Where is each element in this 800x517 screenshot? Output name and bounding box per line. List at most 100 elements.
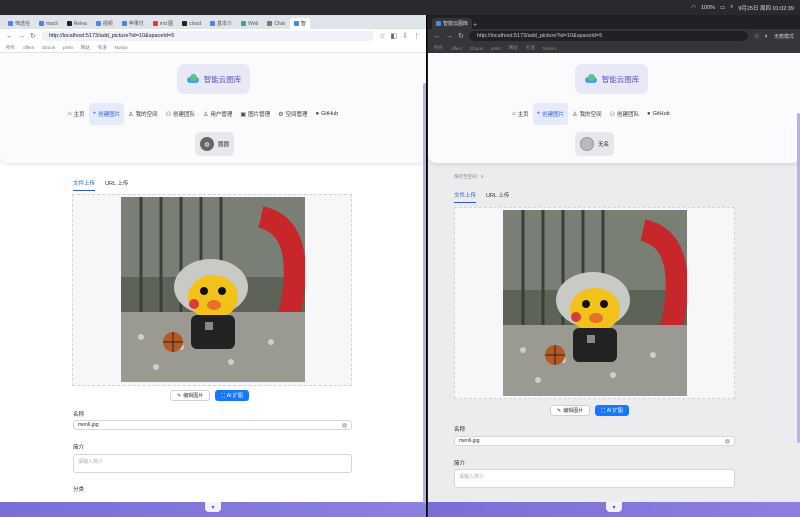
menu-dots-icon[interactable]: ⋮ xyxy=(413,32,420,40)
menu-item-home[interactable]: ⌂ 主页 xyxy=(508,103,533,125)
new-tab-icon[interactable]: + xyxy=(473,22,477,29)
space-caption: 保存至空间：5 xyxy=(454,174,484,179)
clear-icon[interactable]: × xyxy=(342,423,347,428)
extension-icon[interactable]: ◧ xyxy=(391,32,398,40)
site-logo[interactable]: 智能云图库 xyxy=(575,64,648,94)
bookmark-item[interactable]: offers xyxy=(23,45,34,50)
upload-tabs: 文件上传 URL 上传 xyxy=(73,179,128,191)
datetime[interactable]: 9月25日 周四 01:02:39 xyxy=(738,4,794,12)
forward-icon[interactable]: → xyxy=(18,33,25,40)
browser-tab[interactable]: 苹果付 xyxy=(118,18,148,29)
star-icon[interactable]: ☆ xyxy=(379,32,385,40)
browser-tab[interactable]: 基本介 xyxy=(206,18,236,29)
ai-expand-button[interactable]: ⛶ AI 扩图 xyxy=(595,405,629,416)
plus-icon: + xyxy=(92,111,97,117)
download-icon[interactable]: ⇩ xyxy=(402,32,408,40)
bookmark-item[interactable]: 网站 xyxy=(509,45,518,51)
favicon-icon xyxy=(121,21,127,26)
desc-label: 简介 xyxy=(73,445,85,451)
wifi-icon[interactable]: ◠ xyxy=(691,5,696,11)
bookmark-item[interactable]: 所有 xyxy=(434,45,443,51)
back-icon[interactable]: ← xyxy=(6,33,13,40)
menu-item-create-team[interactable]: ⚇ 创建团队 xyxy=(606,103,643,125)
scroll-down-icon[interactable]: ▾ xyxy=(205,502,221,512)
tab-url-upload[interactable]: URL 上传 xyxy=(486,191,509,203)
address-bar-row: ← → ↻ http://localhost:5173/add_picture?… xyxy=(428,29,800,43)
incognito-icon: ◐ xyxy=(764,32,769,40)
browser-tab[interactable]: cloud xyxy=(178,18,205,29)
menu-item-my-space[interactable]: ♙ 我的空间 xyxy=(568,103,605,125)
bookmark-item[interactable]: Notion xyxy=(543,46,556,51)
browser-tab[interactable]: Relea xyxy=(63,18,91,29)
uploaded-picture xyxy=(503,210,687,396)
user-admin-icon: ♙ xyxy=(202,111,209,118)
bookmark-item[interactable]: 所有 xyxy=(6,45,15,51)
scrollbar[interactable] xyxy=(422,53,426,517)
bookmark-item[interactable]: Ebook xyxy=(42,45,55,50)
github-icon xyxy=(66,21,72,26)
url-field[interactable]: http://localhost:5173/add_picture?id=10&… xyxy=(468,31,749,41)
site-logo[interactable]: 智能云图库 xyxy=(177,64,250,94)
ai-expand-button[interactable]: ⛶ AI 扩图 xyxy=(215,390,249,401)
menu-item-github[interactable]: ● GitHub xyxy=(643,103,674,125)
edit-picture-button[interactable]: ✎ 编辑图片 xyxy=(170,390,211,401)
browser-tab[interactable]: macli xyxy=(35,18,62,29)
menu-item-create-picture[interactable]: + 创建图片 xyxy=(532,103,569,125)
name-field[interactable]: men6.jpg × xyxy=(454,436,735,446)
reload-icon[interactable]: ↻ xyxy=(458,32,464,40)
avatar: ◍ xyxy=(200,137,214,151)
menu-item-picture-admin[interactable]: ▣ 图片管理 xyxy=(236,103,274,125)
forward-icon[interactable]: → xyxy=(446,33,453,40)
favicon-icon xyxy=(95,21,101,26)
desc-textarea[interactable]: 请输入简介 xyxy=(73,454,352,473)
url-field[interactable]: http://localhost:5173/add_picture?id=10&… xyxy=(40,31,375,41)
scrollbar[interactable] xyxy=(796,53,800,517)
clear-icon[interactable]: × xyxy=(725,439,730,444)
cloud-logo-icon xyxy=(584,74,598,84)
bookmark-item[interactable]: 有道 xyxy=(526,45,535,51)
browser-tab[interactable]: Web xyxy=(237,18,262,29)
desc-textarea[interactable]: 请输入简介 xyxy=(454,469,735,488)
user-menu[interactable]: ◍ 圆圆 xyxy=(195,132,235,156)
team-icon: ⚇ xyxy=(165,111,171,118)
bookmark-item[interactable]: Notion xyxy=(115,45,128,50)
scroll-down-icon[interactable]: ▾ xyxy=(606,502,622,512)
menu-item-my-space[interactable]: ♙ 我的空间 xyxy=(124,103,161,125)
bookmark-item[interactable]: 有道 xyxy=(98,45,107,51)
menu-item-space-admin[interactable]: ⚙ 空间管理 xyxy=(274,103,311,125)
name-label: 名称 xyxy=(454,427,466,433)
tab-file-upload[interactable]: 文件上传 xyxy=(73,179,96,191)
favicon-icon xyxy=(8,21,13,26)
browser-tab[interactable]: 筛选任 xyxy=(4,18,34,29)
browser-tab-active[interactable]: 智 xyxy=(289,18,310,29)
tab-strip: 筛选任 macli Relea 视频 苹果付 md 图 cloud 基本介 We… xyxy=(0,15,426,29)
bookmark-item[interactable]: Ebook xyxy=(470,46,483,51)
tab-file-upload[interactable]: 文件上传 xyxy=(454,191,477,203)
browser-tab[interactable]: 视频 xyxy=(92,18,117,29)
menu-item-create-picture[interactable]: + 创建图片 xyxy=(88,103,125,125)
search-icon[interactable]: ⌕ xyxy=(730,4,733,11)
menu-item-github[interactable]: ● GitHub xyxy=(311,103,342,125)
toy-photo xyxy=(503,210,687,396)
browser-tab[interactable]: md 图 xyxy=(149,18,177,29)
tab-url-upload[interactable]: URL 上传 xyxy=(105,179,128,191)
menu-item-home[interactable]: ⌂ 主页 xyxy=(64,103,89,125)
plus-icon: + xyxy=(536,111,541,117)
user-menu[interactable]: 无名 xyxy=(575,132,615,156)
menu-item-user-admin[interactable]: ♙ 用户管理 xyxy=(199,103,236,125)
battery-text[interactable]: 100% xyxy=(701,5,715,11)
star-icon[interactable]: ☆ xyxy=(753,32,759,40)
back-icon[interactable]: ← xyxy=(434,33,441,40)
name-field[interactable]: men6.jpg × xyxy=(73,420,352,430)
bookmark-item[interactable]: pmkt xyxy=(63,45,73,50)
browser-tab[interactable]: Chat xyxy=(263,18,289,29)
menu-item-create-team[interactable]: ⚇ 创建团队 xyxy=(162,103,199,125)
battery-icon[interactable]: ▭ xyxy=(720,5,725,11)
reload-icon[interactable]: ↻ xyxy=(30,32,36,40)
page-content: 智能云图库 ⌂ 主页 + 创建图片 ♙ 我的空间 ⚇ 创建团队 ♙ 用户管理 ▣ 图片管理 … xyxy=(0,53,426,517)
bookmark-item[interactable]: 网站 xyxy=(81,45,90,51)
bookmark-item[interactable]: offers xyxy=(451,46,462,51)
edit-picture-button[interactable]: ✎ 编辑图片 xyxy=(550,405,591,416)
browser-tab-active[interactable]: 智能云图库 xyxy=(432,18,473,29)
bookmark-item[interactable]: pmkt xyxy=(491,46,501,51)
